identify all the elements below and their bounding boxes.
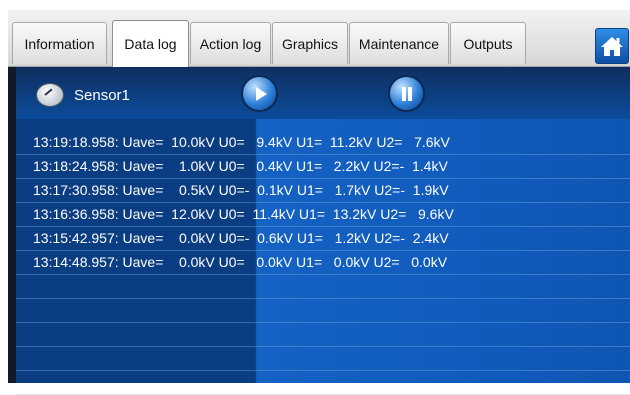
tab-action-log[interactable]: Action log	[190, 22, 271, 64]
tab-data-log[interactable]: Data log	[112, 20, 189, 67]
log-row-empty	[16, 347, 630, 371]
log-row-empty	[16, 323, 630, 347]
log-row: 13:15:42.957: Uave= 0.0kV U0=- 0.6kV U1=…	[16, 227, 630, 251]
tab-bar: Information Data log Action log Graphics…	[8, 10, 630, 67]
sensor-label: Sensor1	[74, 86, 130, 104]
pause-icon	[401, 86, 412, 101]
app-window: Information Data log Action log Graphics…	[8, 10, 630, 395]
tab-outputs[interactable]: Outputs	[450, 22, 526, 64]
log-row: 13:18:24.958: Uave= 1.0kV U0= 0.4kV U1= …	[16, 155, 630, 179]
tab-graphics[interactable]: Graphics	[272, 22, 348, 64]
tab-maintenance[interactable]: Maintenance	[349, 22, 449, 64]
tab-information[interactable]: Information	[12, 22, 107, 64]
log-row-empty	[16, 371, 630, 395]
log-row-empty	[16, 299, 630, 323]
log-row: 13:19:18.958: Uave= 10.0kV U0= 9.4kV U1=…	[16, 131, 630, 155]
log-toolbar: Sensor1	[16, 67, 630, 119]
log-row-empty	[16, 275, 630, 299]
play-button[interactable]	[243, 77, 276, 110]
home-icon	[601, 37, 623, 56]
log-row: 13:17:30.958: Uave= 0.5kV U0=- 0.1kV U1=…	[16, 179, 630, 203]
data-log-panel: Sensor1 13:19:18.958: Uave= 10.0kV U0= 9…	[16, 67, 630, 395]
home-button[interactable]	[595, 28, 629, 64]
log-list: 13:19:18.958: Uave= 10.0kV U0= 9.4kV U1=…	[16, 131, 630, 395]
pause-button[interactable]	[390, 77, 423, 110]
play-icon	[255, 86, 267, 101]
log-row: 13:14:48.957: Uave= 0.0kV U0= 0.0kV U1= …	[16, 251, 630, 275]
sensor-selector[interactable]: Sensor1	[36, 83, 130, 107]
gauge-icon	[36, 83, 64, 107]
log-row: 13:16:36.958: Uave= 12.0kV U0= 11.4kV U1…	[16, 203, 630, 227]
